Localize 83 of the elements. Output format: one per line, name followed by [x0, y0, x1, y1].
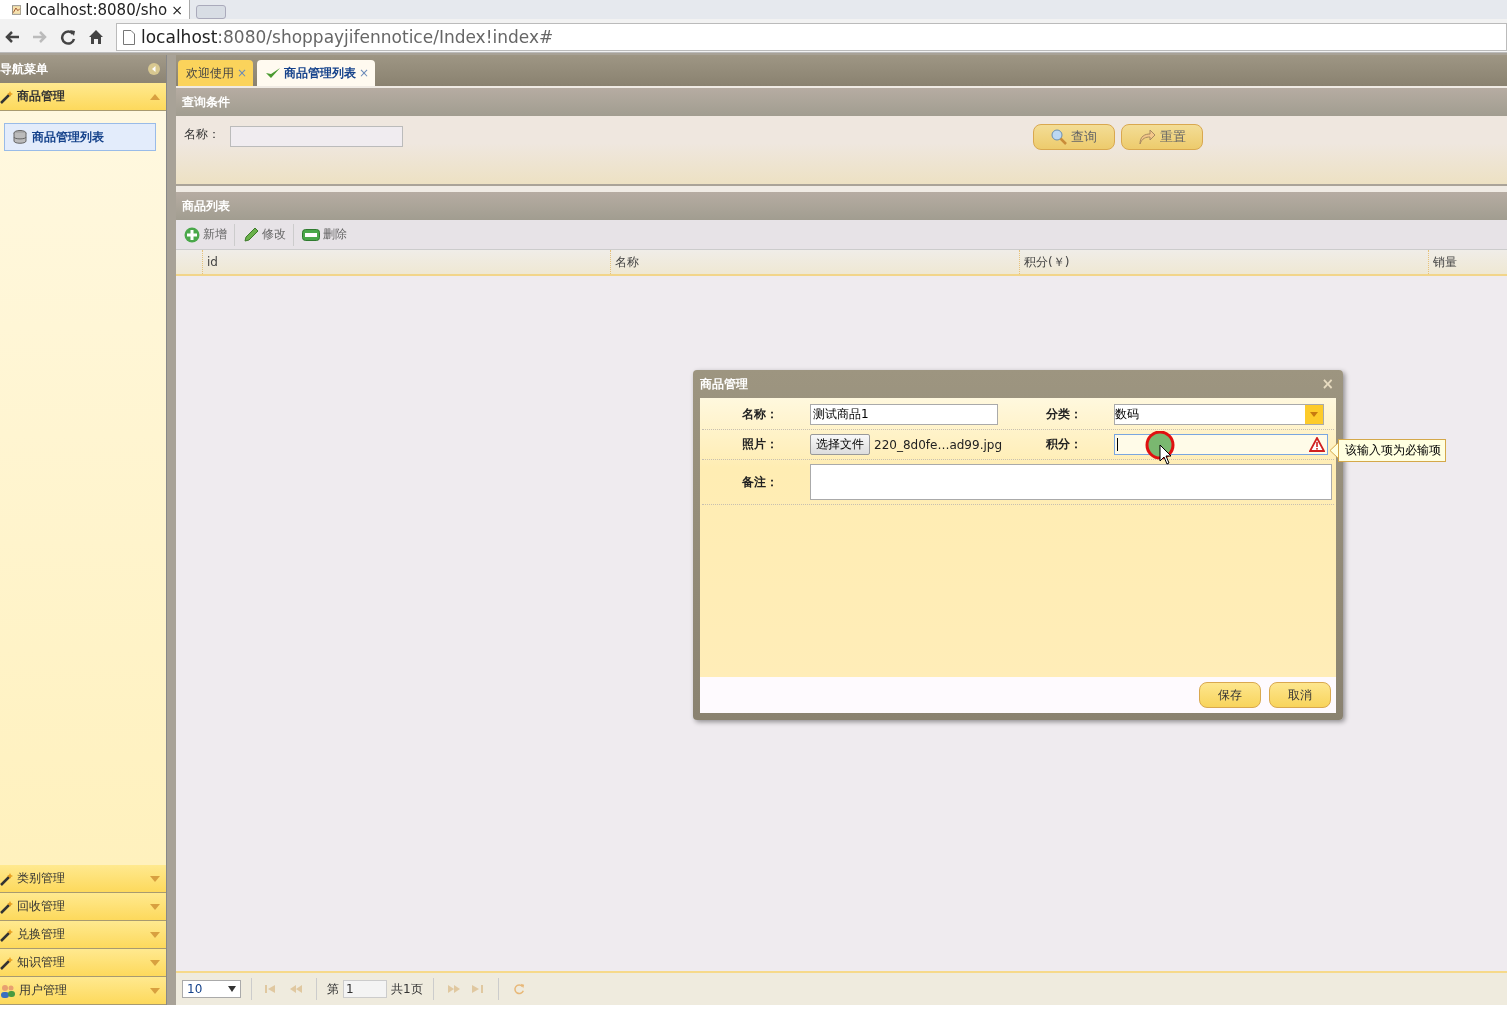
field-label: 积分：: [1045, 436, 1083, 453]
wand-icon: [0, 927, 14, 942]
wand-icon: [0, 871, 14, 886]
accordion-label: 知识管理: [17, 954, 65, 971]
forward-icon[interactable]: [32, 29, 48, 45]
panel-header: 商品列表: [176, 192, 1507, 220]
edit-button[interactable]: 修改: [241, 223, 294, 246]
field-label: 备注：: [741, 473, 779, 491]
minus-icon: [302, 228, 320, 241]
users-icon: [0, 983, 16, 998]
wand-icon: [0, 89, 14, 104]
accordion-header[interactable]: 知识管理: [0, 949, 166, 977]
column-header[interactable]: id: [202, 250, 610, 274]
file-name: 220_8d0fe…ad99.jpg: [874, 437, 1003, 452]
field-label: 名称：: [741, 406, 779, 423]
page-label: 第: [327, 980, 339, 998]
accordion-label: 用户管理: [19, 982, 67, 999]
database-icon: [13, 130, 29, 144]
home-icon[interactable]: [88, 29, 104, 45]
caret-icon: [150, 931, 160, 938]
category-select[interactable]: 数码: [1114, 404, 1324, 425]
collapse-icon[interactable]: [148, 63, 160, 75]
text-area[interactable]: [810, 464, 1332, 500]
page-icon: [123, 29, 135, 45]
close-icon[interactable]: ×: [359, 66, 370, 80]
tab-title: localhost:8080/sho: [25, 0, 168, 19]
accordion-label: 兑换管理: [17, 926, 65, 943]
close-icon[interactable]: ×: [171, 1, 183, 18]
accordion-label: 回收管理: [17, 898, 65, 915]
column-header[interactable]: 销量: [1428, 250, 1507, 274]
url-text: localhost:8080/shoppayjifennotice/Index!index#: [141, 27, 554, 47]
field-label: 照片：: [741, 436, 779, 453]
accordion-header[interactable]: 回收管理: [0, 893, 166, 921]
cancel-button[interactable]: 取消: [1269, 682, 1331, 708]
page-input[interactable]: 1: [343, 980, 387, 998]
tab[interactable]: 商品管理列表 ×: [257, 60, 376, 86]
sidebar-title: 导航菜单: [0, 60, 48, 78]
check-icon: [265, 67, 282, 79]
accordion-header[interactable]: 用户管理: [0, 977, 166, 1005]
input-field[interactable]: 测试商品1: [810, 404, 998, 425]
dialog-title: 商品管理: [700, 375, 748, 393]
column-header[interactable]: 积分(￥): [1019, 250, 1428, 274]
reset-button[interactable]: 重置: [1121, 124, 1203, 150]
tab[interactable]: 欢迎使用 ×: [178, 60, 254, 86]
new-tab-button[interactable]: [196, 5, 226, 19]
reload-icon[interactable]: [60, 29, 76, 45]
search-button[interactable]: 查询: [1033, 124, 1115, 150]
cursor-icon: [1144, 431, 1176, 467]
wand-icon: [0, 899, 14, 914]
caret-icon: [150, 959, 160, 966]
field-label: 分类：: [1045, 406, 1083, 423]
page-icon: [12, 2, 22, 17]
warning-icon: [1309, 437, 1325, 452]
delete-button[interactable]: 删除: [300, 223, 354, 246]
dropdown-icon: [1310, 412, 1318, 417]
dropdown-icon: [228, 986, 236, 992]
caret-icon: [150, 93, 160, 100]
name-input[interactable]: [230, 126, 403, 147]
column-header[interactable]: 名称: [610, 250, 1019, 274]
back-icon[interactable]: [4, 29, 20, 45]
sidebar-item[interactable]: 商品管理列表: [4, 123, 156, 151]
curved-arrow-icon: [1138, 129, 1156, 145]
accordion-header[interactable]: 商品管理: [0, 83, 166, 111]
plus-icon: [184, 226, 200, 243]
accordion-header[interactable]: 兑换管理: [0, 921, 166, 949]
caret-icon: [150, 903, 160, 910]
browser-tab[interactable]: localhost:8080/sho ×: [0, 0, 190, 19]
accordion-header[interactable]: 类别管理: [0, 865, 166, 893]
save-button[interactable]: 保存: [1199, 682, 1261, 708]
accordion-label: 商品管理: [17, 88, 65, 105]
wand-icon: [0, 955, 14, 970]
choose-file-button[interactable]: 选择文件: [810, 434, 870, 455]
search-icon: [1051, 129, 1067, 145]
panel-header: 查询条件: [176, 88, 1507, 116]
add-button[interactable]: 新增: [182, 223, 235, 246]
accordion-label: 类别管理: [17, 870, 65, 887]
address-bar[interactable]: localhost:8080/shoppayjifennotice/Index!index#: [116, 23, 1507, 51]
field-label: 名称：: [184, 126, 220, 143]
page-total: 共1页: [391, 980, 423, 998]
caret-icon: [150, 875, 160, 882]
caret-icon: [150, 987, 160, 994]
page-size-select[interactable]: 10: [182, 980, 241, 998]
pencil-icon: [243, 226, 259, 243]
